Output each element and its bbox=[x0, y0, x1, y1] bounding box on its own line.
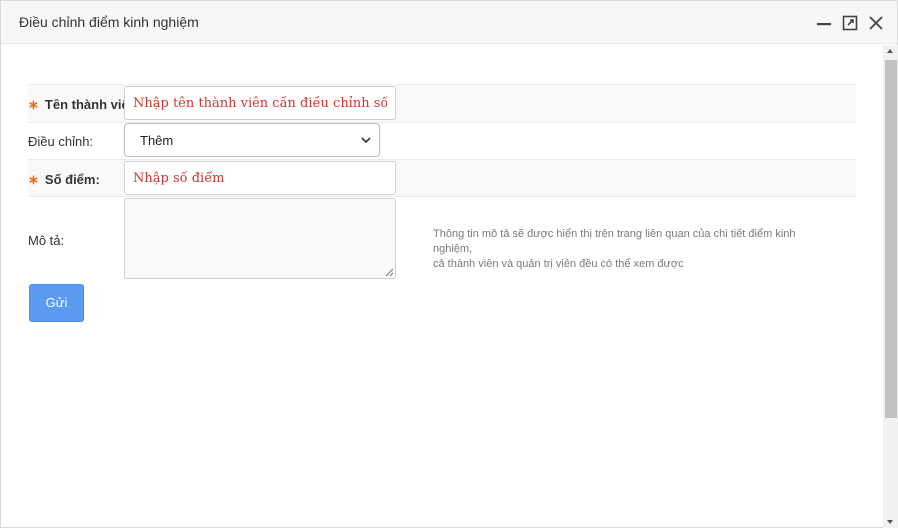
scroll-up-icon[interactable] bbox=[887, 49, 893, 53]
adjust-label: Điều chỉnh: bbox=[28, 134, 94, 149]
vertical-scrollbar[interactable] bbox=[883, 45, 898, 528]
points-input[interactable] bbox=[124, 161, 396, 195]
submit-button[interactable]: Gửi bbox=[29, 284, 84, 322]
minimize-icon[interactable] bbox=[815, 14, 833, 32]
dialog-content: ∗Tên thành viên: Điều chỉnh: Thêm ∗Số đi… bbox=[1, 45, 883, 529]
dialog-title: Điều chỉnh điểm kinh nghiệm bbox=[19, 14, 199, 30]
scroll-down-icon[interactable] bbox=[887, 520, 893, 524]
maximize-icon[interactable] bbox=[841, 14, 859, 32]
member-name-input[interactable] bbox=[124, 86, 396, 120]
close-icon[interactable] bbox=[867, 14, 885, 32]
scrollbar-thumb[interactable] bbox=[885, 60, 897, 418]
hint-line-1: Thông tin mô tả sẽ được hiển thị trên tr… bbox=[433, 228, 796, 255]
required-star-icon: ∗ bbox=[28, 97, 39, 112]
points-label: ∗ Số điểm: bbox=[28, 172, 100, 188]
chevron-down-icon bbox=[361, 137, 371, 144]
hint-line-2: cả thành viên và quản trị viên đều có th… bbox=[433, 258, 684, 270]
description-hint: Thông tin mô tả sẽ được hiển thị trên tr… bbox=[433, 227, 833, 272]
adjust-select[interactable]: Thêm bbox=[124, 123, 380, 157]
adjust-select-value: Thêm bbox=[140, 133, 174, 148]
resize-grip-icon[interactable] bbox=[384, 267, 394, 277]
description-textarea[interactable] bbox=[124, 198, 396, 279]
description-label: Mô tả: bbox=[28, 233, 65, 248]
required-star-icon: ∗ bbox=[28, 172, 39, 187]
dialog-window: Điều chỉnh điểm kinh nghiệm ∗ Tên thành v… bbox=[0, 0, 898, 528]
points-label-text: Số điểm: bbox=[44, 172, 100, 187]
dialog-titlebar: Điều chỉnh điểm kinh nghiệm bbox=[1, 1, 897, 44]
